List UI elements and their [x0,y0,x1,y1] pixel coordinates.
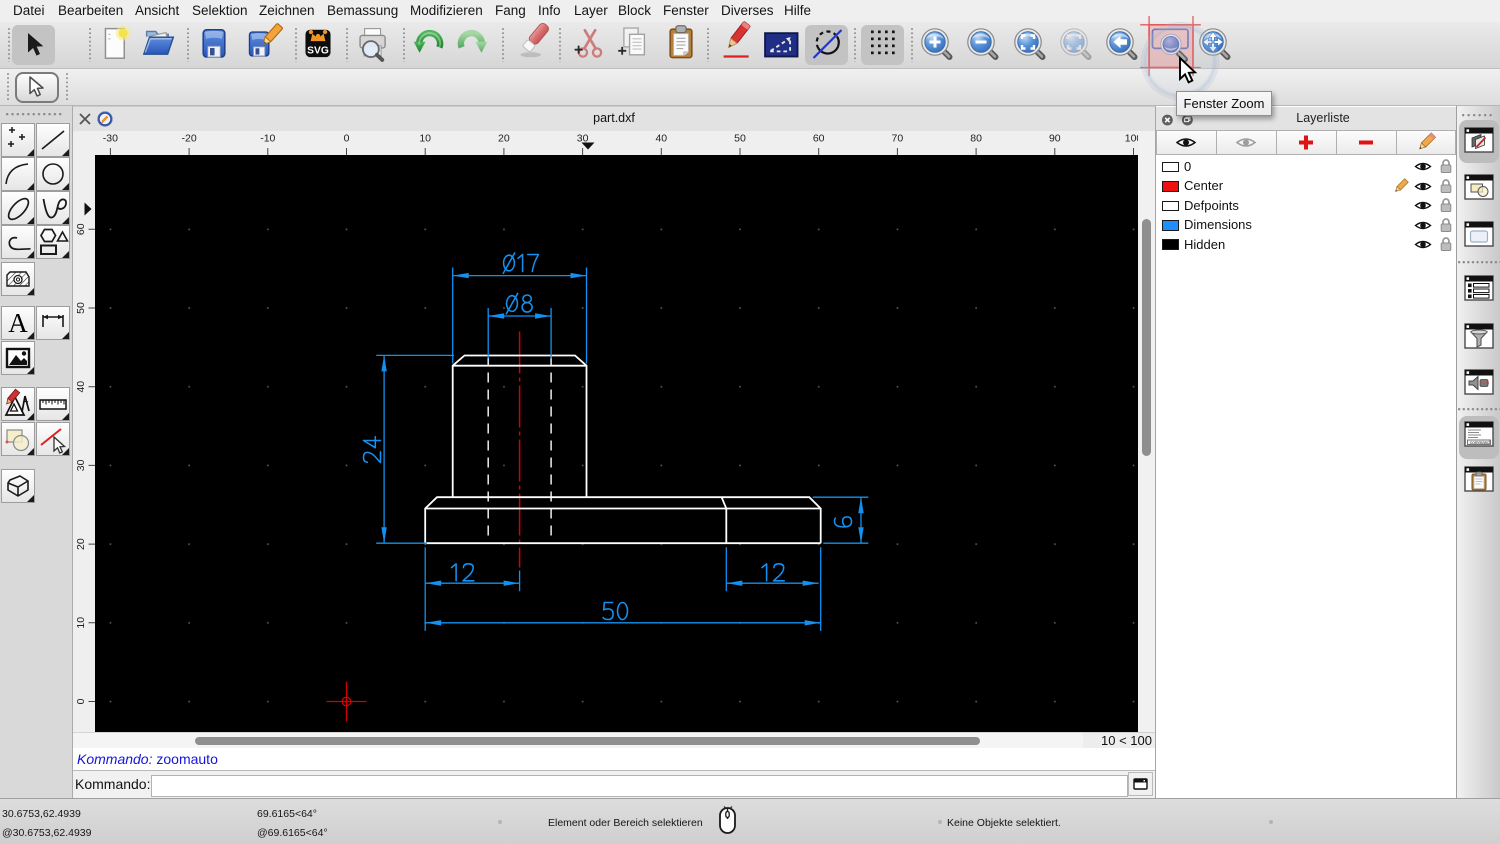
svg-text:20: 20 [75,538,87,550]
svg-text:100: 100 [1125,132,1138,144]
svg-text:50: 50 [734,132,746,144]
svg-text:30: 30 [577,132,589,144]
svg-text:10: 10 [419,132,431,144]
svg-text:40: 40 [75,380,87,392]
svg-text:0: 0 [344,132,350,144]
svg-text:-30: -30 [103,132,118,144]
svg-text:-20: -20 [182,132,197,144]
svg-text:60: 60 [75,223,87,235]
svg-text:50: 50 [75,302,87,314]
svg-text:-10: -10 [260,132,275,144]
svg-text:10: 10 [75,616,87,628]
svg-text:80: 80 [970,132,982,144]
svg-text:30: 30 [75,459,87,471]
svg-text:90: 90 [1049,132,1061,144]
svg-text:60: 60 [813,132,825,144]
svg-text:0: 0 [75,698,87,704]
svg-text:command: command [1470,439,1490,444]
svg-text:40: 40 [655,132,667,144]
svg-text:70: 70 [892,132,904,144]
svg-text:20: 20 [498,132,510,144]
svg-text:SVG: SVG [307,46,329,57]
svg-text:A: A [8,308,28,338]
